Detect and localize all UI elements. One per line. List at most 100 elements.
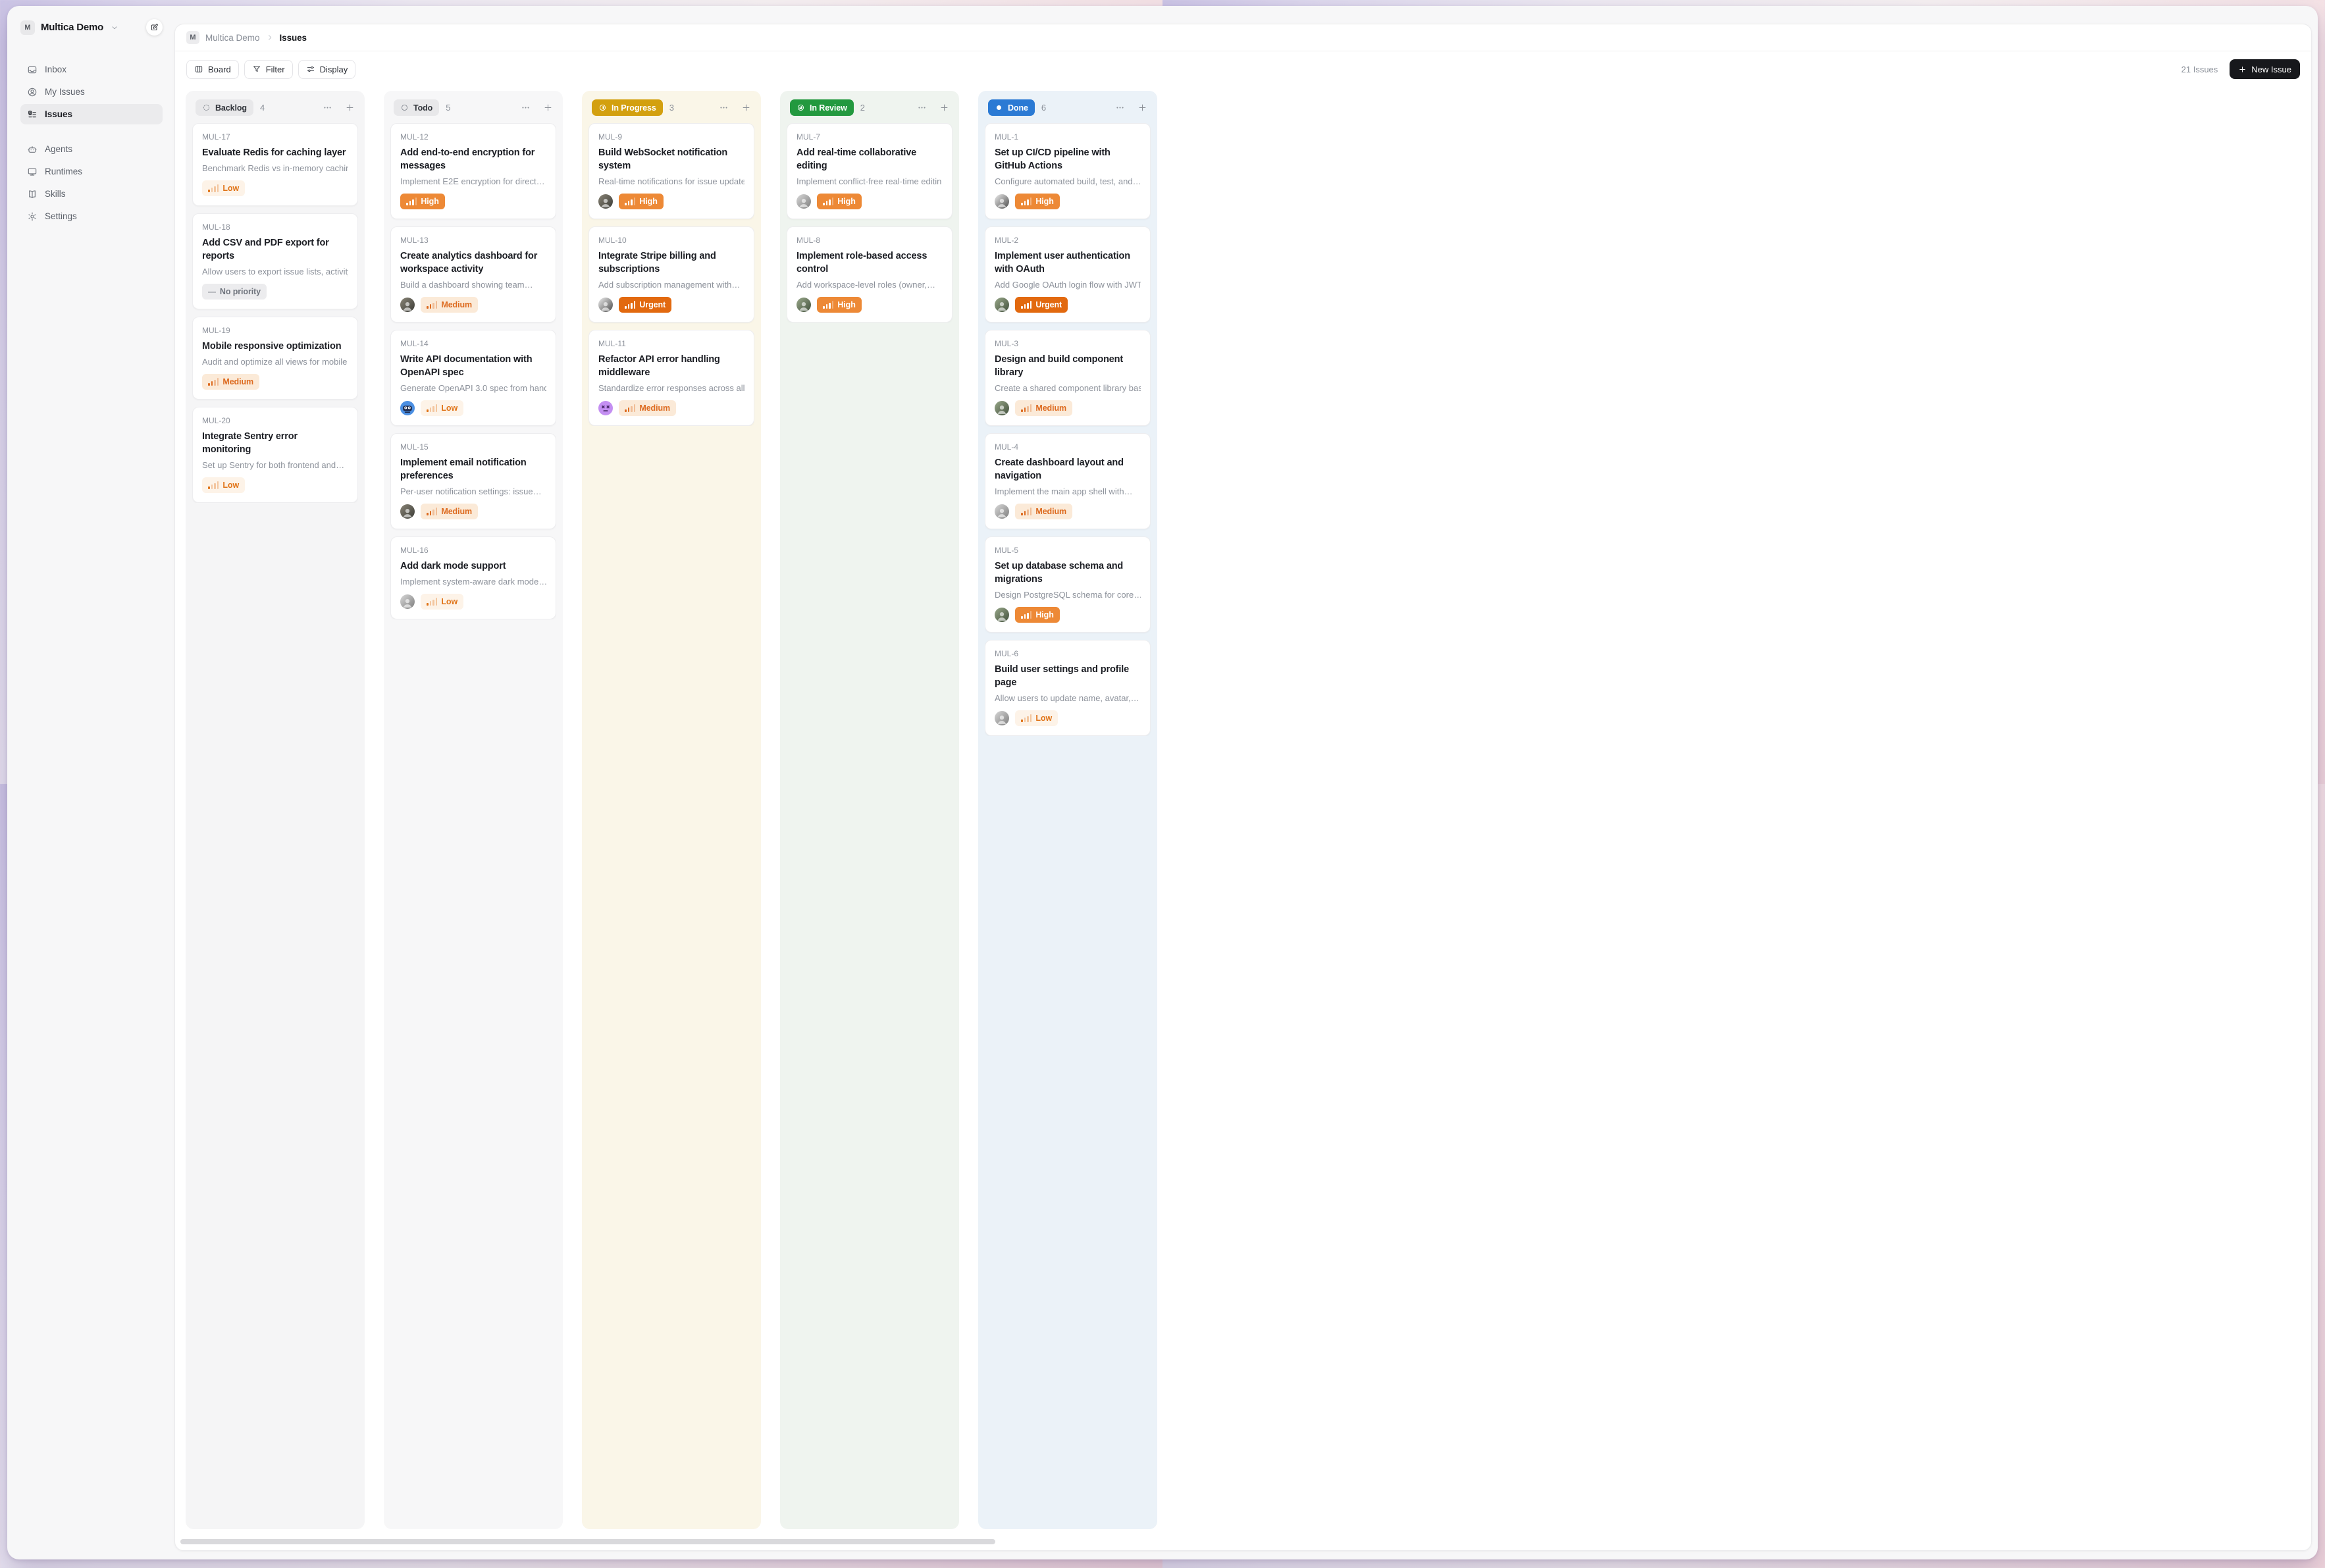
issue-card[interactable]: MUL-11 Refactor API error handling middl…	[588, 330, 754, 426]
person-silhouette-icon	[598, 298, 613, 312]
new-issue-button[interactable]: New Issue	[2230, 59, 2300, 79]
display-button[interactable]: Display	[298, 60, 356, 79]
card-title: Design and build component library	[995, 353, 1141, 379]
sidebar-item-label: Issues	[45, 109, 72, 119]
issue-card[interactable]: MUL-13 Create analytics dashboard for wo…	[390, 226, 556, 323]
card-description: Audit and optimize all views for mobile…	[202, 357, 348, 367]
priority-bars-icon	[208, 481, 219, 489]
priority-bars-icon	[406, 197, 417, 205]
main-panel: M Multica Demo Issues Board Filter Displ…	[174, 24, 2312, 1551]
issue-card[interactable]: MUL-4 Create dashboard layout and naviga…	[985, 433, 1151, 529]
issue-card[interactable]: MUL-8 Implement role-based access contro…	[787, 226, 953, 323]
compose-icon	[150, 23, 159, 32]
sidebar-nav: Inbox My Issues Issues Agents Run	[20, 59, 163, 226]
avatar	[797, 194, 811, 209]
column-add-icon[interactable]	[543, 103, 553, 113]
issue-card[interactable]: MUL-16 Add dark mode support Implement s…	[390, 536, 556, 619]
sidebar-item-runtimes[interactable]: Runtimes	[20, 161, 163, 182]
priority-badge: — No priority	[202, 284, 267, 300]
priority-badge: Low	[421, 594, 463, 610]
compose-button[interactable]	[146, 19, 163, 36]
issue-card[interactable]: MUL-20 Integrate Sentry error monitoring…	[192, 407, 358, 503]
column-add-icon[interactable]	[939, 103, 949, 113]
issue-card[interactable]: MUL-18 Add CSV and PDF export for report…	[192, 213, 358, 309]
card-title: Evaluate Redis for caching layer	[202, 146, 348, 159]
issue-card[interactable]: MUL-2 Implement user authentication with…	[985, 226, 1151, 323]
issue-card[interactable]: MUL-9 Build WebSocket notification syste…	[588, 123, 754, 219]
column-more-icon[interactable]	[1115, 103, 1125, 113]
priority-badge: Urgent	[1015, 297, 1068, 313]
card-footer: Medium	[598, 400, 745, 416]
card-id: MUL-9	[598, 132, 745, 142]
filter-button[interactable]: Filter	[244, 60, 293, 79]
sidebar-item-skills[interactable]: Skills	[20, 184, 163, 204]
avatar	[400, 298, 415, 312]
column-add-icon[interactable]	[1137, 103, 1147, 113]
column-count: 6	[1041, 103, 1046, 113]
status-pill: Backlog	[196, 99, 253, 116]
priority-badge: Medium	[619, 400, 676, 416]
sidebar-item-label: Skills	[45, 189, 66, 199]
avatar	[995, 711, 1009, 725]
sidebar-item-issues[interactable]: Issues	[20, 104, 163, 124]
issue-card[interactable]: MUL-5 Set up database schema and migrati…	[985, 536, 1151, 633]
priority-bars-icon	[427, 301, 437, 309]
card-id: MUL-11	[598, 339, 745, 348]
priority-bars-icon	[427, 508, 437, 515]
status-pill: Done	[988, 99, 1035, 116]
card-id: MUL-12	[400, 132, 546, 142]
breadcrumb-workspace[interactable]: Multica Demo	[205, 33, 260, 43]
issue-card[interactable]: MUL-6 Build user settings and profile pa…	[985, 640, 1151, 736]
sidebar-item-my-issues[interactable]: My Issues	[20, 82, 163, 102]
card-id: MUL-15	[400, 442, 546, 452]
sidebar-item-agents[interactable]: Agents	[20, 139, 163, 159]
issue-card[interactable]: MUL-17 Evaluate Redis for caching layer …	[192, 123, 358, 206]
issue-card[interactable]: MUL-1 Set up CI/CD pipeline with GitHub …	[985, 123, 1151, 219]
card-id: MUL-2	[995, 236, 1141, 245]
issue-card[interactable]: MUL-19 Mobile responsive optimization Au…	[192, 317, 358, 400]
column-more-icon[interactable]	[917, 103, 927, 113]
board-view-button[interactable]: Board	[186, 60, 239, 79]
priority-label: Low	[441, 404, 457, 413]
status-label: In Progress	[612, 103, 656, 113]
column-add-icon[interactable]	[741, 103, 751, 113]
column-more-icon[interactable]	[323, 103, 332, 113]
priority-label: Urgent	[1035, 300, 1062, 309]
column-actions	[719, 103, 751, 113]
board-column-inreview: In Review 2 MUL-7 Add real-time collabor…	[780, 91, 959, 1529]
avatar	[598, 401, 613, 415]
column-count: 3	[669, 103, 674, 113]
person-silhouette-icon	[797, 194, 811, 209]
issue-card[interactable]: MUL-7 Add real-time collaborative editin…	[787, 123, 953, 219]
card-footer: High	[598, 194, 745, 209]
card-description: Add Google OAuth login flow with JWT…	[995, 280, 1141, 290]
card-description: Build a dashboard showing team…	[400, 280, 546, 290]
priority-bars-icon	[1021, 404, 1032, 412]
person-silhouette-icon	[400, 504, 415, 519]
card-description: Configure automated build, test, and…	[995, 176, 1141, 186]
column-count: 5	[446, 103, 450, 113]
workspace-switcher[interactable]: M Multica Demo	[20, 20, 118, 35]
column-more-icon[interactable]	[521, 103, 531, 113]
card-footer: Urgent	[995, 297, 1141, 313]
status-pill: In Review	[790, 99, 854, 116]
issue-card[interactable]: MUL-12 Add end-to-end encryption for mes…	[390, 123, 556, 219]
column-more-icon[interactable]	[719, 103, 729, 113]
issue-card[interactable]: MUL-10 Integrate Stripe billing and subs…	[588, 226, 754, 323]
issue-card[interactable]: MUL-15 Implement email notification pref…	[390, 433, 556, 529]
card-id: MUL-1	[995, 132, 1141, 142]
card-title: Implement role-based access control	[797, 249, 943, 276]
horizontal-scrollbar[interactable]	[180, 1539, 995, 1544]
priority-label: Low	[1035, 714, 1052, 723]
sidebar-item-settings[interactable]: Settings	[20, 206, 163, 226]
column-add-icon[interactable]	[345, 103, 355, 113]
board: Backlog 4 MUL-17 Evaluate Redis for cach…	[175, 86, 2311, 1529]
issue-card[interactable]: MUL-3 Design and build component library…	[985, 330, 1151, 426]
priority-badge: Urgent	[619, 297, 671, 313]
priority-bars-icon	[1021, 714, 1032, 722]
sidebar-item-inbox[interactable]: Inbox	[20, 59, 163, 80]
priority-bars-icon	[1021, 611, 1032, 619]
issue-card[interactable]: MUL-14 Write API documentation with Open…	[390, 330, 556, 426]
card-title: Add CSV and PDF export for reports	[202, 236, 348, 263]
person-silhouette-icon	[598, 194, 613, 209]
